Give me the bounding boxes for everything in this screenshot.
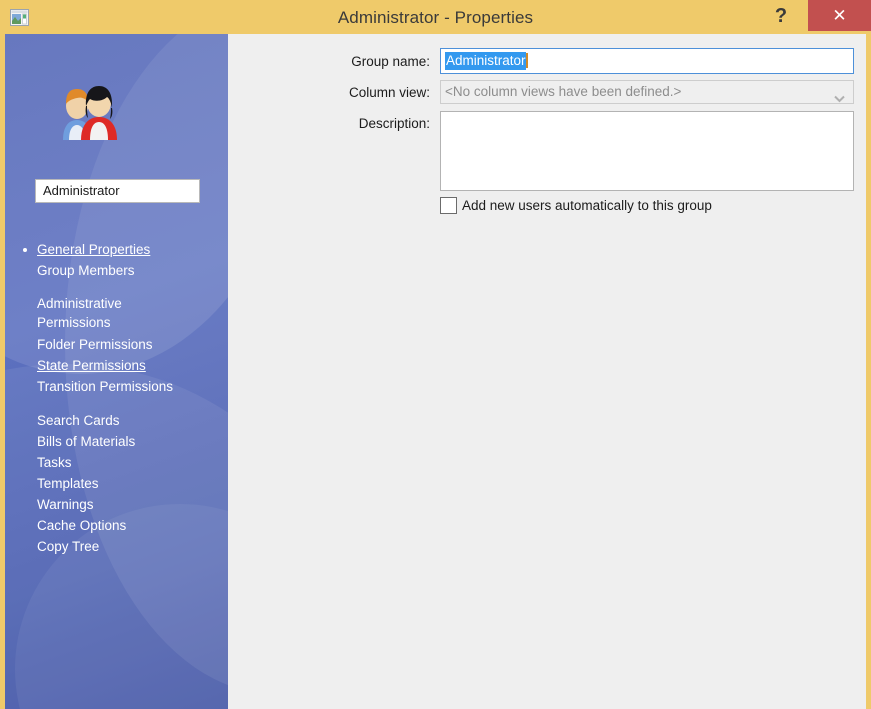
sidebar-nav-group: General Properties Group Members xyxy=(5,239,228,281)
sidebar: Administrator General Properties Group M… xyxy=(5,34,228,709)
add-new-users-label: Add new users automatically to this grou… xyxy=(462,197,712,215)
group-users-icon xyxy=(57,82,121,140)
group-name-sidebar-field[interactable]: Administrator xyxy=(35,179,200,203)
sidebar-item-administrative-permissions[interactable]: Administrative Permissions xyxy=(5,294,157,334)
group-name-value: Administrator xyxy=(445,52,526,70)
sidebar-item-tasks[interactable]: Tasks xyxy=(5,452,228,473)
sidebar-item-folder-permissions[interactable]: Folder Permissions xyxy=(5,334,228,355)
window-title: Administrator - Properties xyxy=(0,0,871,36)
main-panel: Group name: Administrator Column view: <… xyxy=(228,34,866,709)
active-bullet-icon xyxy=(23,248,27,252)
sidebar-item-cache-options[interactable]: Cache Options xyxy=(5,515,228,536)
sidebar-item-bills-of-materials[interactable]: Bills of Materials xyxy=(5,431,228,452)
add-new-users-checkbox[interactable] xyxy=(440,197,457,214)
column-view-label: Column view: xyxy=(300,85,430,100)
help-button[interactable]: ? xyxy=(761,0,801,32)
sidebar-item-copy-tree[interactable]: Copy Tree xyxy=(5,536,228,557)
content-frame: Administrator General Properties Group M… xyxy=(5,34,866,709)
sidebar-item-group-members[interactable]: Group Members xyxy=(5,260,228,281)
sidebar-item-label: Bills of Materials xyxy=(37,434,135,449)
sidebar-item-label: Copy Tree xyxy=(37,539,99,554)
sidebar-item-label: Transition Permissions xyxy=(37,379,173,394)
sidebar-item-label: Group Members xyxy=(37,263,135,278)
sidebar-item-general-properties[interactable]: General Properties xyxy=(5,239,228,260)
sidebar-item-label: Search Cards xyxy=(37,413,120,428)
sidebar-item-label: General Properties xyxy=(37,242,150,257)
sidebar-item-label: Administrative Permissions xyxy=(37,296,122,330)
description-textarea[interactable] xyxy=(440,111,854,191)
title-bar: Administrator - Properties ? ✕ xyxy=(0,0,871,36)
sidebar-nav: General Properties Group Members Adminis… xyxy=(5,239,228,570)
sidebar-item-state-permissions[interactable]: State Permissions xyxy=(5,355,228,376)
group-name-input[interactable]: Administrator xyxy=(440,48,854,74)
sidebar-nav-group: Administrative Permissions Folder Permis… xyxy=(5,294,228,397)
sidebar-item-label: Warnings xyxy=(37,497,94,512)
group-name-label: Group name: xyxy=(300,54,430,69)
column-view-value: <No column views have been defined.> xyxy=(445,84,681,99)
sidebar-nav-group: Search Cards Bills of Materials Tasks Te… xyxy=(5,410,228,557)
chevron-down-icon xyxy=(834,88,845,96)
close-button[interactable]: ✕ xyxy=(808,0,871,31)
text-caret xyxy=(526,53,528,68)
sidebar-item-transition-permissions[interactable]: Transition Permissions xyxy=(5,376,228,397)
column-view-select[interactable]: <No column views have been defined.> xyxy=(440,80,854,104)
properties-window: Administrator - Properties ? ✕ xyxy=(0,0,871,709)
sidebar-item-label: Templates xyxy=(37,476,99,491)
sidebar-item-label: Folder Permissions xyxy=(37,337,153,352)
sidebar-item-label: State Permissions xyxy=(37,358,146,373)
sidebar-item-label: Tasks xyxy=(37,455,72,470)
sidebar-item-warnings[interactable]: Warnings xyxy=(5,494,228,515)
description-label: Description: xyxy=(300,116,430,131)
sidebar-item-search-cards[interactable]: Search Cards xyxy=(5,410,228,431)
sidebar-item-label: Cache Options xyxy=(37,518,126,533)
sidebar-item-templates[interactable]: Templates xyxy=(5,473,228,494)
